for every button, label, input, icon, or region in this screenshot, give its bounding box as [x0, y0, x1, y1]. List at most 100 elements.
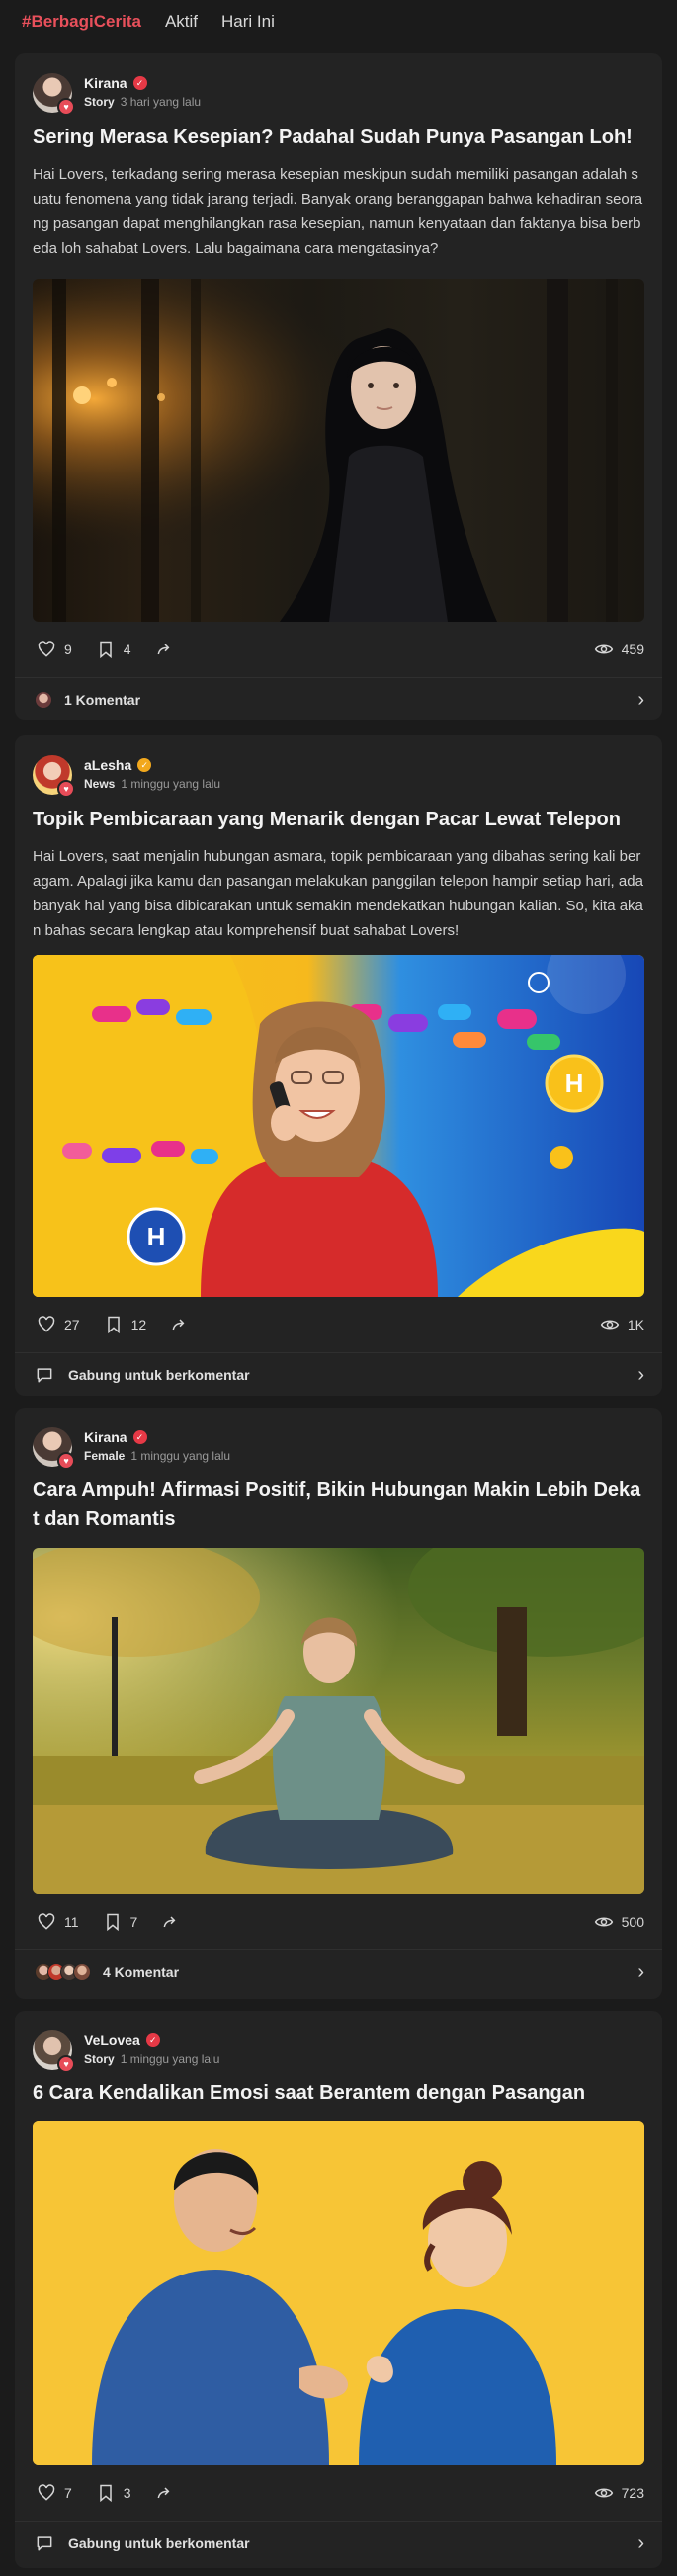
heart-icon: ♥ [57, 1452, 75, 1470]
bookmark-icon [100, 641, 112, 659]
post-category: Story [84, 95, 115, 109]
author-avatar[interactable]: ♥ [33, 755, 75, 798]
post-time: 3 hari yang lalu [120, 95, 202, 109]
post-image[interactable] [33, 279, 644, 622]
commenter-avatar [35, 691, 52, 709]
heart-outline-icon [38, 641, 55, 657]
comment-count: 1 Komentar [64, 692, 141, 708]
comment-count: 4 Komentar [103, 1964, 180, 1980]
tab-aktif[interactable]: Aktif [165, 12, 198, 32]
forest-portrait-illustration [33, 279, 644, 622]
view-count: 459 [621, 642, 644, 657]
author-avatar[interactable]: ♥ [33, 1427, 75, 1470]
eye-icon [594, 2488, 613, 2498]
author-name[interactable]: aLesha [84, 757, 131, 773]
chevron-right-icon: › [637, 688, 644, 711]
badge-letter: H [147, 1222, 166, 1251]
share-button[interactable] [155, 640, 175, 659]
post-card[interactable]: ♥ VeLovea ✓ Story 1 minggu yang lalu 6 C… [15, 2011, 662, 2568]
like-button[interactable]: 9 [37, 640, 72, 659]
heart-outline-icon [38, 2484, 55, 2501]
post-time: 1 minggu yang lalu [130, 1449, 231, 1463]
join-comment-link[interactable]: Gabung untuk berkomentar › [15, 2522, 662, 2565]
like-button[interactable]: 27 [37, 1315, 80, 1334]
post-title[interactable]: 6 Cara Kendalikan Emosi saat Berantem de… [15, 2078, 662, 2107]
bookmark-count: 7 [129, 1914, 138, 1930]
post-title[interactable]: Sering Merasa Kesepian? Padahal Sudah Pu… [15, 123, 662, 152]
post-header: ♥ Kirana ✓ Female 1 minggu yang lalu [15, 1408, 662, 1473]
heart-outline-icon [38, 1316, 55, 1332]
author-avatar[interactable]: ♥ [33, 73, 75, 116]
post-header: ♥ Kirana ✓ Story 3 hari yang lalu [15, 53, 662, 119]
bookmark-count: 4 [123, 642, 131, 657]
post-time: 1 minggu yang lalu [121, 777, 221, 791]
post-image[interactable]: H H [33, 955, 644, 1297]
post-card[interactable]: ♥ aLesha ✓ News 1 minggu yang lalu Topik… [15, 735, 662, 1396]
like-button[interactable]: 7 [37, 2483, 72, 2503]
bookmark-button[interactable]: 4 [96, 640, 131, 659]
author-name[interactable]: VeLovea [84, 2032, 140, 2048]
verified-badge-icon: ✓ [132, 76, 147, 90]
post-card[interactable]: ♥ Kirana ✓ Story 3 hari yang lalu Sering… [15, 53, 662, 720]
tab-berbagi-cerita[interactable]: #BerbagiCerita [22, 12, 141, 32]
couple-argument-illustration [33, 2121, 644, 2465]
post-image[interactable] [33, 1548, 644, 1894]
post-stats: 7 3 723 [15, 2465, 662, 2521]
post-excerpt: Hai Lovers, terkadang sering merasa kese… [33, 166, 643, 257]
post-title[interactable]: Cara Ampuh! Afirmasi Positif, Bikin Hubu… [15, 1475, 662, 1534]
post-excerpt: Hai Lovers, saat menjalin hubungan asmar… [33, 848, 643, 939]
views-counter: 1K [600, 1315, 644, 1334]
post-stats: 9 4 459 [15, 622, 662, 677]
post-stats: 11 7 500 [15, 1894, 662, 1949]
bookmark-button[interactable]: 12 [104, 1315, 147, 1334]
comments-link[interactable]: 1 Komentar › [15, 678, 662, 720]
bookmark-button[interactable]: 7 [103, 1912, 138, 1932]
bookmark-icon [107, 1316, 120, 1334]
comments-link[interactable]: 4 Komentar › [15, 1950, 662, 1994]
verified-badge-icon: ✓ [132, 1430, 147, 1444]
post-card[interactable]: ♥ Kirana ✓ Female 1 minggu yang lalu Car… [15, 1408, 662, 1999]
commenter-avatar [73, 1963, 91, 1981]
like-button[interactable]: 11 [37, 1912, 79, 1932]
verified-badge-icon: ✓ [145, 2033, 160, 2047]
view-count: 723 [621, 2485, 644, 2501]
share-button[interactable] [170, 1315, 190, 1334]
heart-icon: ♥ [57, 780, 75, 798]
heart-outline-icon [38, 1913, 55, 1930]
heart-icon: ♥ [57, 2055, 75, 2073]
join-comment-link[interactable]: Gabung untuk berkomentar › [15, 1353, 662, 1396]
bookmark-button[interactable]: 3 [96, 2483, 131, 2503]
share-icon [172, 1319, 185, 1331]
view-count: 500 [621, 1914, 644, 1930]
share-icon [157, 644, 169, 655]
post-category: News [84, 777, 116, 791]
meditation-park-illustration [33, 1548, 644, 1894]
share-button[interactable] [161, 1912, 181, 1932]
verified-badge-icon: ✓ [137, 758, 152, 772]
bookmark-count: 12 [130, 1317, 147, 1332]
tab-hari-ini[interactable]: Hari Ini [221, 12, 275, 32]
like-count: 11 [64, 1914, 79, 1930]
chevron-right-icon: › [637, 1363, 644, 1386]
author-name[interactable]: Kirana [84, 1429, 127, 1445]
comment-cta: Gabung untuk berkomentar [68, 1367, 250, 1383]
bookmark-icon [100, 2484, 112, 2503]
eye-icon [594, 1917, 613, 1927]
author-avatar[interactable]: ♥ [33, 2030, 75, 2073]
chevron-right-icon: › [637, 2532, 644, 2554]
share-icon [157, 2487, 169, 2499]
post-title[interactable]: Topik Pembicaraan yang Menarik dengan Pa… [15, 805, 662, 834]
bookmark-count: 3 [123, 2485, 131, 2501]
eye-icon [600, 1320, 620, 1330]
share-button[interactable] [155, 2483, 175, 2503]
post-category: Story [84, 2052, 115, 2066]
post-time: 1 minggu yang lalu [120, 2052, 220, 2066]
post-image[interactable] [33, 2121, 644, 2465]
like-count: 9 [64, 642, 72, 657]
author-name[interactable]: Kirana [84, 75, 127, 91]
like-count: 7 [64, 2485, 72, 2501]
post-stats: 27 12 1K [15, 1297, 662, 1352]
views-counter: 723 [594, 2483, 644, 2503]
badge-letter: H [565, 1069, 584, 1098]
views-counter: 459 [594, 640, 644, 659]
